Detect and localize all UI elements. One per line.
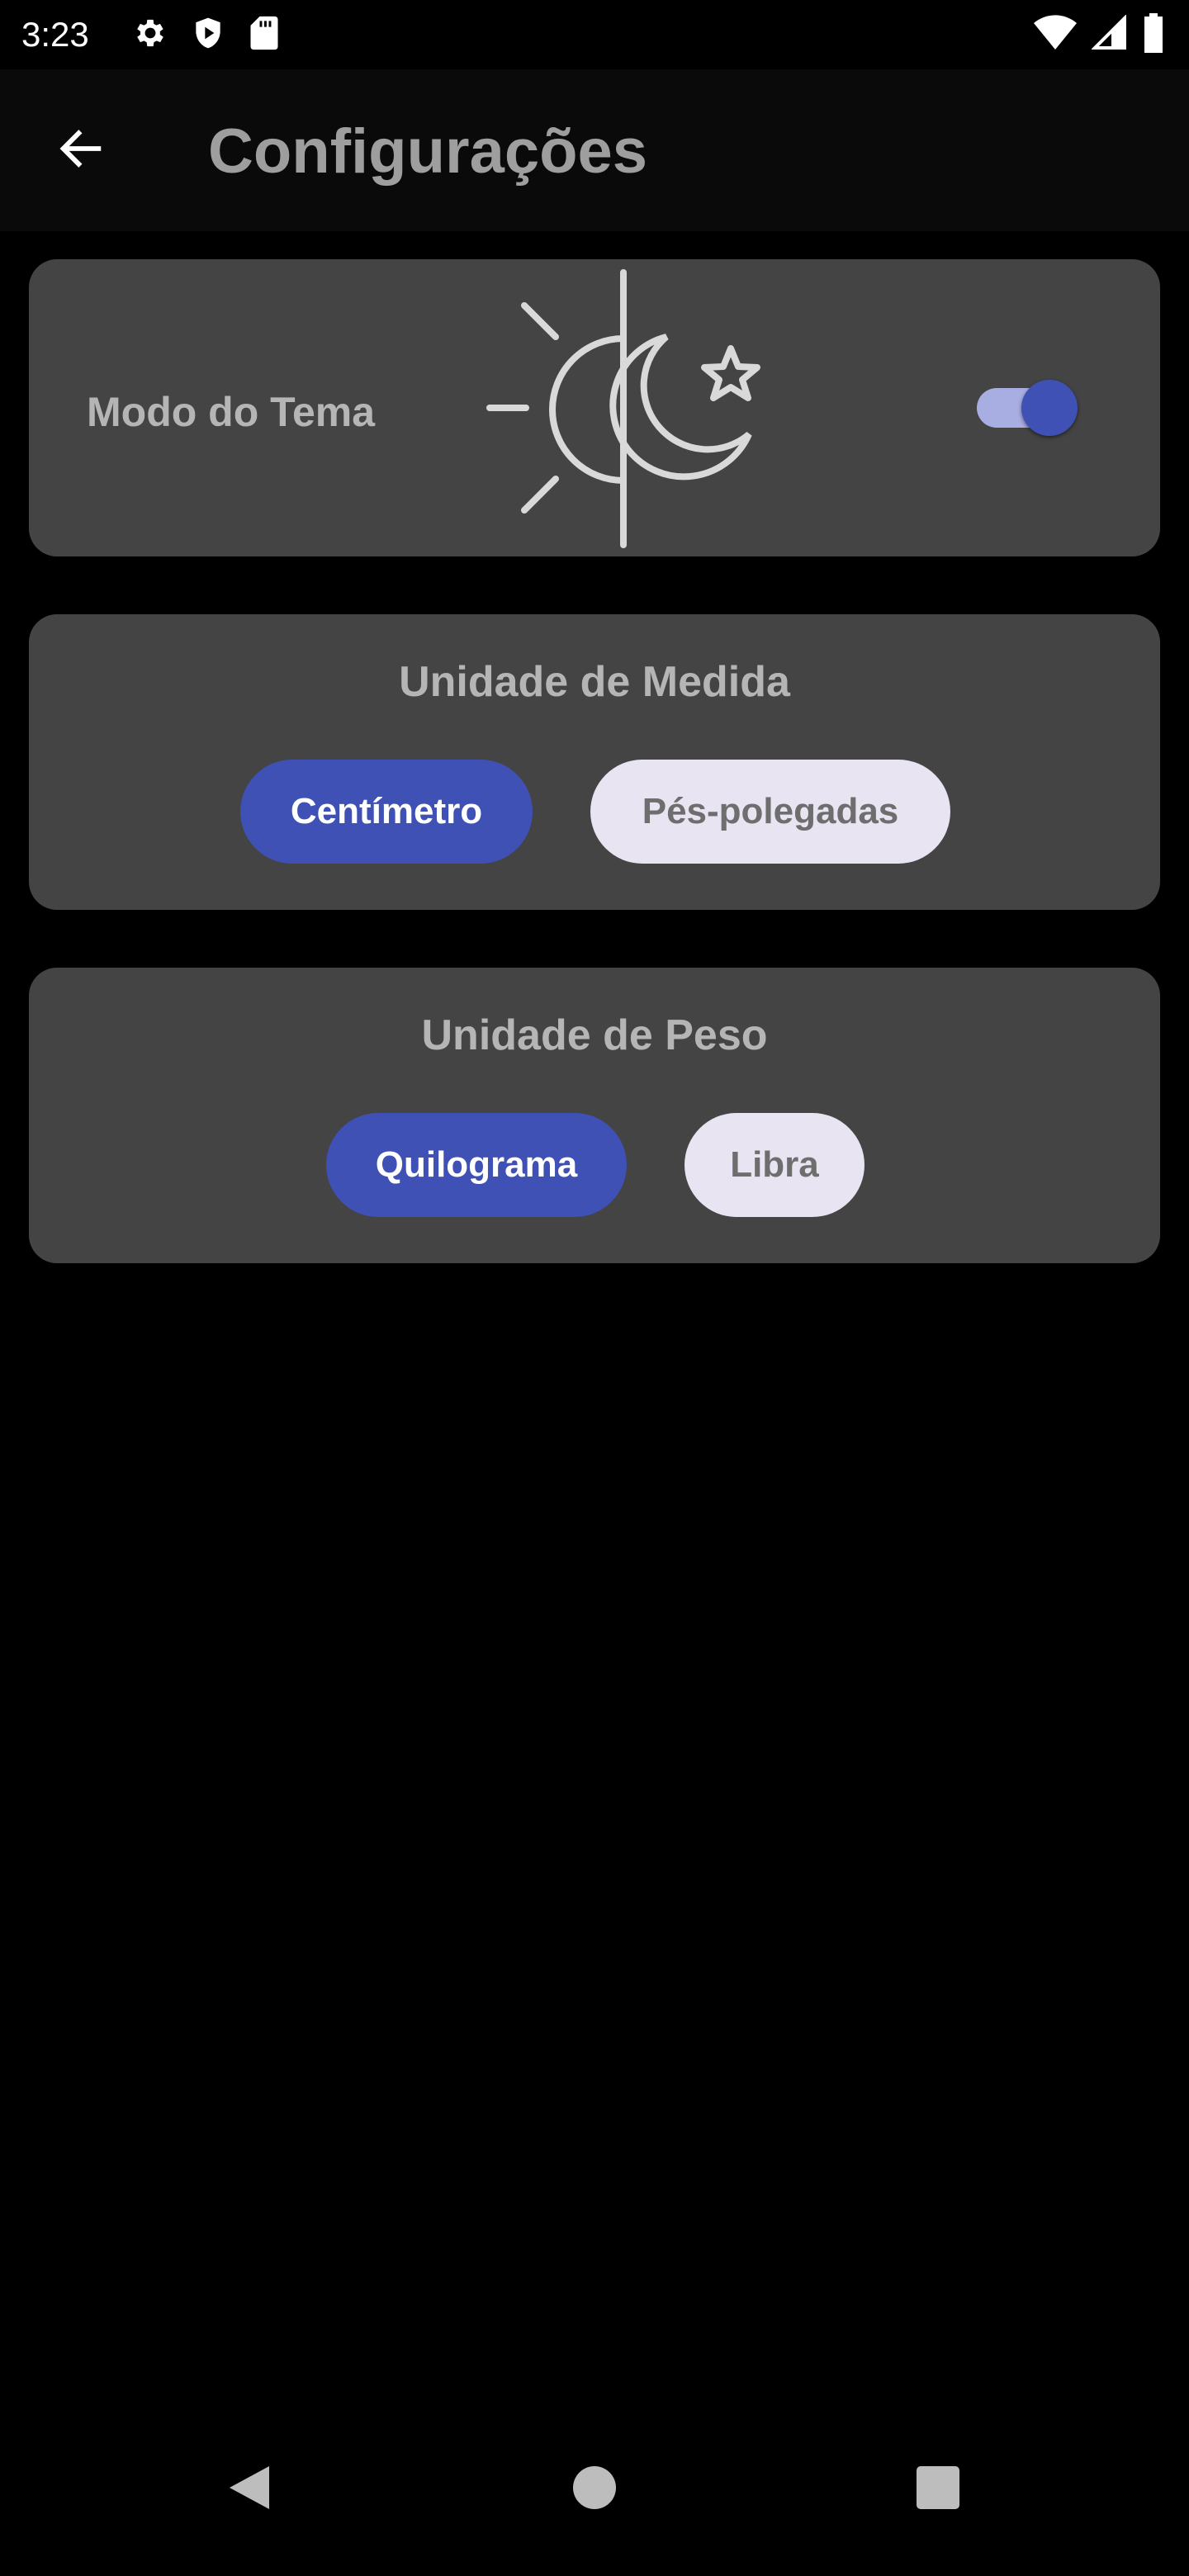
status-time: 3:23 bbox=[21, 15, 89, 54]
measure-unit-title: Unidade de Medida bbox=[399, 658, 790, 706]
pound-option-button[interactable]: Libra bbox=[685, 1113, 865, 1217]
measure-unit-card: Unidade de Medida Centímetro Pés-polegad… bbox=[29, 614, 1160, 910]
app-bar: Configurações bbox=[0, 69, 1189, 231]
status-right-icons bbox=[1034, 12, 1164, 57]
sd-card-icon bbox=[248, 15, 281, 55]
weight-unit-card: Unidade de Peso Quilograma Libra bbox=[29, 968, 1160, 1263]
theme-mode-label: Modo do Tema bbox=[87, 389, 376, 435]
kilogram-option-button[interactable]: Quilograma bbox=[326, 1113, 627, 1217]
nav-recents-button[interactable] bbox=[872, 2436, 1004, 2543]
back-triangle-icon bbox=[226, 2463, 272, 2517]
status-bar: 3:23 bbox=[0, 0, 1189, 69]
system-nav-bar bbox=[0, 2436, 1189, 2576]
nav-home-button[interactable] bbox=[528, 2436, 661, 2543]
arrow-left-icon bbox=[54, 122, 107, 179]
theme-mode-card: Modo do Tema bbox=[29, 259, 1160, 556]
theme-mode-toggle[interactable] bbox=[969, 367, 1078, 449]
recents-square-icon bbox=[916, 2465, 960, 2514]
feet-inches-option-button[interactable]: Pés-polegadas bbox=[590, 760, 950, 864]
signal-icon bbox=[1091, 13, 1128, 55]
back-button[interactable] bbox=[46, 116, 116, 185]
home-circle-icon bbox=[572, 2465, 617, 2514]
settings-icon bbox=[132, 15, 168, 55]
nav-back-button[interactable] bbox=[183, 2436, 315, 2543]
status-left-icons bbox=[132, 15, 281, 54]
wifi-icon bbox=[1034, 14, 1077, 55]
sun-moon-icon bbox=[450, 259, 780, 556]
toggle-thumb bbox=[1021, 380, 1078, 436]
shield-icon bbox=[190, 15, 226, 55]
centimeter-option-button[interactable]: Centímetro bbox=[240, 760, 533, 864]
battery-icon bbox=[1143, 12, 1164, 57]
weight-unit-title: Unidade de Peso bbox=[421, 1011, 768, 1059]
page-title: Configurações bbox=[208, 116, 648, 187]
